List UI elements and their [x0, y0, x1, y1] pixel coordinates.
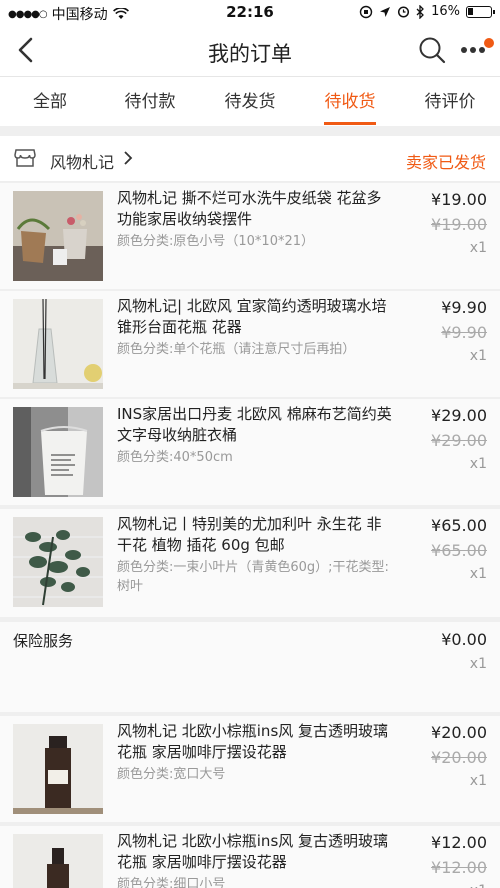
product-price: ¥9.90 [441, 298, 487, 317]
original-price: ¥9.90 [441, 323, 487, 342]
order-item[interactable]: INS家居出口丹麦 北欧风 棉麻布艺简约英文字母收纳脏衣桶 颜色分类:40*50… [0, 399, 500, 505]
product-title[interactable]: 风物札记 北欧小棕瓶ins风 复古透明玻璃花瓶 家居咖啡厅摆设花器 [117, 831, 392, 873]
product-spec: 颜色分类:原色小号（10*10*21） [117, 234, 315, 249]
status-bar-right: 16% [359, 4, 495, 19]
product-spec: 颜色分类:细口小号 [117, 877, 226, 888]
insurance-price: ¥0.00 [441, 630, 487, 649]
active-tab-underline [324, 122, 376, 125]
tab-pending-payment[interactable]: 待付款 [100, 77, 200, 127]
insurance-service: 保险服务 ¥0.00 x1 [0, 622, 500, 712]
product-title[interactable]: 风物札记 北欧小棕瓶ins风 复古透明玻璃花瓶 家居咖啡厅摆设花器 [117, 721, 392, 763]
product-thumbnail[interactable] [13, 517, 103, 607]
product-title[interactable]: 风物札记| 北欧风 宜家简约透明玻璃水培锥形台面花瓶 花器 [117, 296, 392, 338]
nav-bar: 我的订单 [0, 26, 500, 76]
product-title[interactable]: 风物札记 撕不烂可水洗牛皮纸袋 花盆多功能家居收纳袋摆件 [117, 188, 392, 230]
order-item[interactable]: 风物札记 北欧小棕瓶ins风 复古透明玻璃花瓶 家居咖啡厅摆设花器 颜色分类:宽… [0, 716, 500, 822]
order-item[interactable]: 风物札记 北欧小棕瓶ins风 复古透明玻璃花瓶 家居咖啡厅摆设花器 颜色分类:细… [0, 826, 500, 888]
search-icon[interactable] [418, 36, 446, 64]
product-spec: 颜色分类:单个花瓶（请注意尺寸后再拍） [117, 342, 356, 357]
insurance-quantity: x1 [469, 656, 487, 672]
tab-all[interactable]: 全部 [0, 77, 100, 127]
insurance-label: 保险服务 [13, 632, 74, 650]
product-thumbnail[interactable] [13, 834, 103, 888]
product-quantity: x1 [470, 883, 487, 888]
product-price: ¥19.00 [431, 190, 487, 209]
order-item[interactable]: 风物札记丨特别美的尤加利叶 永生花 非干花 植物 插花 60g 包邮 颜色分类:… [0, 509, 500, 617]
product-quantity: x1 [469, 773, 487, 789]
product-title[interactable]: INS家居出口丹麦 北欧风 棉麻布艺简约英文字母收纳脏衣桶 [117, 404, 392, 446]
order-status: 卖家已发货 [405, 153, 486, 172]
product-spec: 颜色分类:40*50cm [117, 450, 233, 465]
original-price: ¥20.00 [431, 748, 487, 767]
location-icon [380, 6, 391, 17]
product-spec: 颜色分类:一束小叶片（青黄色60g）;干花类型:树叶 [117, 560, 389, 594]
product-thumbnail[interactable] [13, 191, 103, 281]
notification-dot [484, 38, 494, 48]
original-price: ¥19.00 [431, 215, 487, 234]
orientation-lock-icon [359, 5, 373, 18]
shop-icon [14, 149, 36, 167]
product-quantity: x1 [469, 348, 487, 364]
shop-header[interactable]: 风物札记 卖家已发货 [0, 136, 500, 182]
product-spec: 颜色分类:宽口大号 [117, 767, 226, 782]
product-thumbnail[interactable] [13, 724, 103, 814]
bluetooth-icon [416, 4, 425, 19]
original-price: ¥65.00 [431, 541, 487, 560]
product-quantity: x1 [469, 240, 487, 256]
order-item[interactable]: 风物札记| 北欧风 宜家简约透明玻璃水培锥形台面花瓶 花器 颜色分类:单个花瓶（… [0, 291, 500, 397]
chevron-right-icon [124, 151, 133, 165]
product-price: ¥65.00 [431, 516, 487, 535]
product-price: ¥20.00 [431, 723, 487, 742]
product-thumbnail[interactable] [13, 407, 103, 497]
order-item[interactable]: 风物札记 撕不烂可水洗牛皮纸袋 花盆多功能家居收纳袋摆件 颜色分类:原色小号（1… [0, 183, 500, 289]
product-price: ¥29.00 [431, 406, 487, 425]
original-price: ¥12.00 [431, 858, 487, 877]
status-bar: ●●●●○ 中国移动 22:16 16% [0, 0, 500, 26]
order-tabs: 全部 待付款 待发货 待收货 待评价 [0, 76, 500, 126]
shop-name[interactable]: 风物札记 [50, 149, 114, 173]
product-title[interactable]: 风物札记丨特别美的尤加利叶 永生花 非干花 植物 插花 60g 包邮 [117, 514, 392, 556]
battery-icon [466, 5, 495, 18]
tab-pending-receipt[interactable]: 待收货 [300, 77, 400, 127]
product-quantity: x1 [469, 566, 487, 582]
tab-pending-shipment[interactable]: 待发货 [200, 77, 300, 127]
tab-pending-review[interactable]: 待评价 [400, 77, 500, 127]
product-price: ¥12.00 [431, 833, 487, 852]
battery-percent: 16% [431, 4, 460, 19]
alarm-icon [398, 6, 410, 18]
product-quantity: x1 [469, 456, 487, 472]
product-thumbnail[interactable] [13, 299, 103, 389]
original-price: ¥29.00 [431, 431, 487, 450]
